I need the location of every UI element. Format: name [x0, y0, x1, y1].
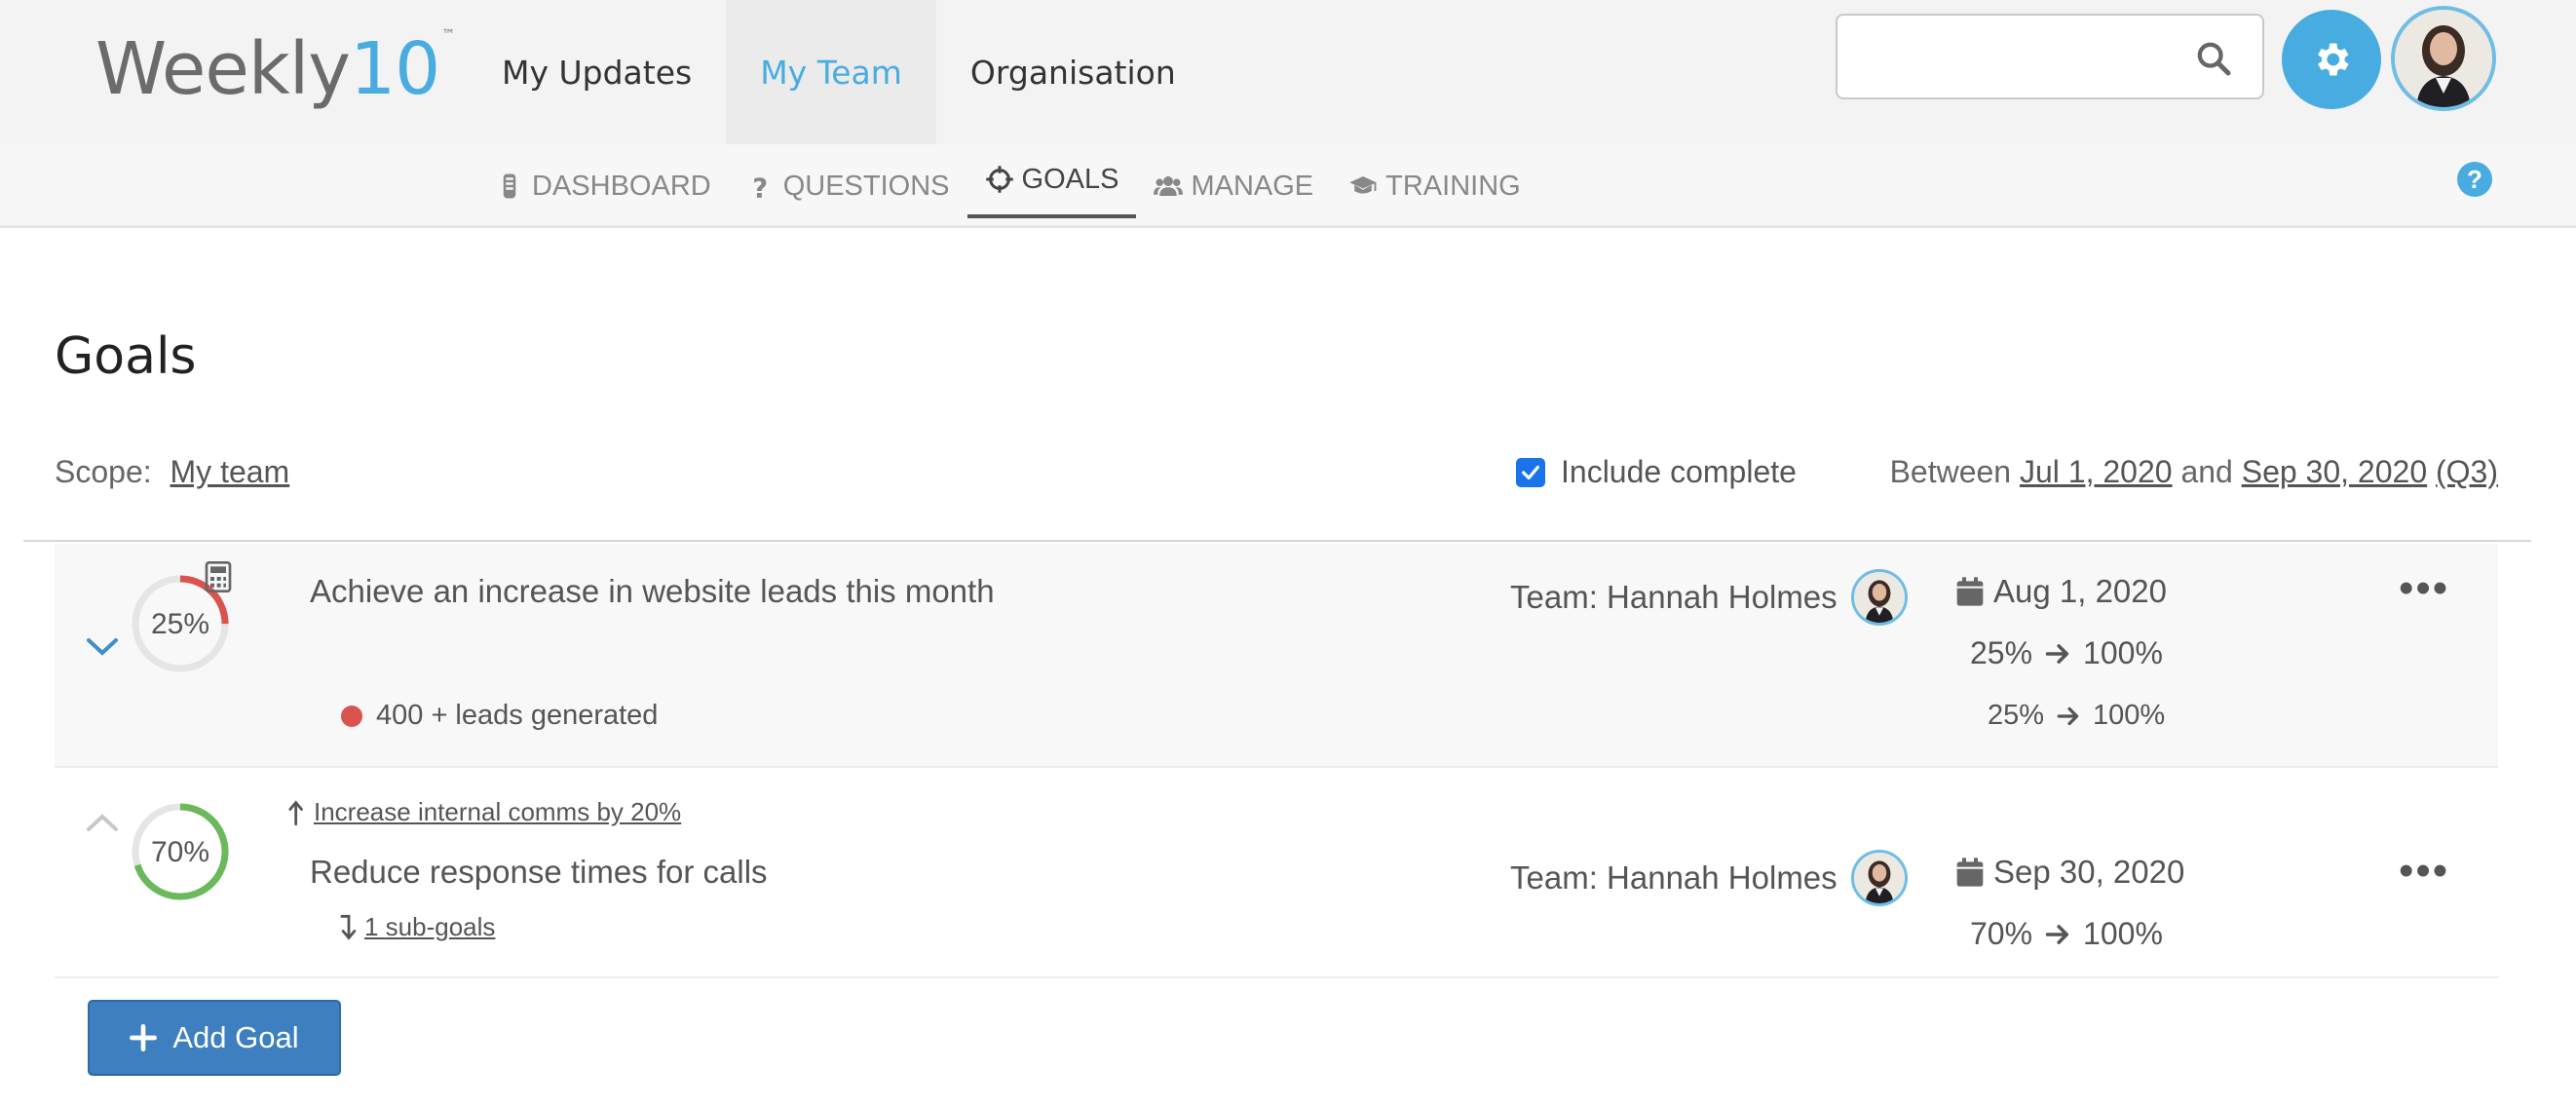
key-result-label: 400 + leads generated: [376, 700, 659, 731]
search-box: [1836, 14, 2264, 99]
quarter-link[interactable]: (Q3): [2436, 454, 2498, 489]
sub-goals-link[interactable]: 1 sub-goals: [339, 912, 495, 942]
logo-number: 10: [350, 27, 440, 111]
goal-row: 25% Achieve an increase in website leads…: [55, 544, 2498, 768]
scope-filter: Scope: My team: [55, 454, 289, 490]
divider: [23, 540, 2531, 542]
parent-goal-label: Increase internal comms by 20%: [314, 797, 682, 826]
due-date-label: Aug 1, 2020: [1993, 573, 2167, 609]
kr-progress-to: 100%: [2093, 700, 2166, 731]
due-date: Sep 30, 2020: [1954, 854, 2184, 891]
svg-text:?: ?: [752, 172, 768, 201]
chevron-down-icon[interactable]: [86, 637, 119, 657]
logo-trademark: ™: [441, 27, 455, 44]
avatar-photo-icon: [2395, 10, 2492, 107]
goal-row: 70% Increase internal comms by 20% Reduc…: [55, 770, 2498, 978]
owner-avatar: [1850, 569, 1908, 626]
top-bar: Weekly10 ™ My Updates My Team Organisatio…: [0, 0, 2576, 144]
goal-progress: 25% 100%: [1970, 635, 2163, 671]
end-date-link[interactable]: Sep 30, 2020: [2242, 454, 2427, 489]
goal-owner: Team: Hannah Holmes: [1510, 850, 1908, 906]
key-result-progress: 25% 100%: [1988, 700, 2165, 732]
scope-link[interactable]: My team: [170, 454, 290, 489]
arrow-right-icon: [2045, 643, 2069, 664]
calendar-icon: [1956, 858, 1984, 887]
calendar-icon: [1956, 577, 1984, 606]
sub-goals-label: 1 sub-goals: [364, 912, 496, 941]
progress-label: 25%: [150, 608, 210, 640]
chevron-up-icon[interactable]: [86, 813, 119, 832]
date-range-filter: Between Jul 1, 2020 and Sep 30, 2020 (Q3…: [1890, 454, 2498, 490]
progress-label: 70%: [150, 836, 210, 868]
settings-button[interactable]: [2282, 10, 2381, 109]
tab-questions-label: QUESTIONS: [782, 170, 950, 202]
status-dot: [341, 705, 362, 727]
checkmark-icon: [1522, 465, 1539, 479]
sub-nav: DASHBOARD ? QUESTIONS GOALS MANAGE TRAIN…: [0, 144, 2576, 228]
progress-to: 100%: [2083, 635, 2163, 670]
search-input[interactable]: [1849, 25, 2200, 88]
calculator-icon: [205, 561, 232, 592]
goal-owner: Team: Hannah Holmes: [1510, 569, 1908, 626]
due-date: Aug 1, 2020: [1954, 573, 2167, 610]
goal-progress: 70% 100%: [1970, 916, 2163, 952]
and-label: and: [2180, 454, 2233, 489]
progress-to: 100%: [2083, 916, 2163, 951]
due-date-label: Sep 30, 2020: [1993, 854, 2185, 890]
nav-my-team[interactable]: My Team: [726, 0, 936, 144]
start-date-link[interactable]: Jul 1, 2020: [2020, 454, 2173, 489]
goal-title[interactable]: Reduce response times for calls: [310, 854, 768, 891]
tab-manage-label: MANAGE: [1191, 170, 1314, 202]
page-title: Goals: [55, 327, 197, 386]
more-options-icon[interactable]: •••: [2399, 850, 2449, 893]
add-goal-button[interactable]: Add Goal: [88, 1000, 341, 1076]
parent-goal-link[interactable]: Increase internal comms by 20%: [288, 797, 681, 827]
avatar-photo-icon: [1853, 853, 1905, 903]
between-label: Between: [1889, 454, 2012, 489]
users-icon: [1154, 176, 1184, 196]
owner-label: Team: Hannah Holmes: [1510, 859, 1837, 896]
key-result[interactable]: 400 + leads generated: [341, 700, 658, 732]
weekly10-logo[interactable]: Weekly10 ™: [95, 27, 455, 111]
include-complete-checkbox[interactable]: [1516, 457, 1545, 487]
tab-manage[interactable]: MANAGE: [1136, 144, 1331, 228]
help-icon[interactable]: ?: [2457, 162, 2492, 197]
search-icon[interactable]: [2194, 39, 2233, 78]
main-nav: My Updates My Team Organisation: [468, 0, 1210, 144]
progress-from: 25%: [1970, 635, 2033, 670]
tab-training[interactable]: TRAINING: [1331, 144, 1538, 228]
arrow-right-icon: [2045, 924, 2069, 944]
kr-progress-from: 25%: [1988, 700, 2045, 731]
gear-icon: [2318, 43, 2349, 76]
logo-text: Weekly: [95, 27, 351, 111]
question-icon: ?: [752, 172, 768, 201]
crosshair-icon: [985, 166, 1013, 193]
tab-goals[interactable]: GOALS: [966, 144, 1137, 218]
progress-from: 70%: [1970, 916, 2033, 951]
owner-avatar: [1850, 850, 1908, 906]
avatar-photo-icon: [1853, 572, 1905, 623]
tab-dashboard-label: DASHBOARD: [532, 170, 711, 202]
user-avatar[interactable]: [2391, 6, 2496, 111]
tab-questions[interactable]: ? QUESTIONS: [729, 144, 967, 228]
dashboard-icon: [503, 173, 516, 199]
goal-title[interactable]: Achieve an increase in website leads thi…: [310, 573, 995, 610]
add-goal-label: Add Goal: [172, 1020, 299, 1054]
more-options-icon[interactable]: •••: [2399, 567, 2449, 610]
graduation-cap-icon: [1349, 176, 1377, 194]
tab-goals-label: GOALS: [1021, 163, 1119, 195]
tab-training-label: TRAINING: [1385, 170, 1521, 202]
nav-organisation[interactable]: Organisation: [936, 0, 1210, 144]
plus-icon: [130, 1024, 158, 1051]
scope-label: Scope:: [55, 454, 152, 489]
arrow-down-icon: [340, 914, 357, 940]
include-complete-label: Include complete: [1561, 454, 1797, 489]
arrow-right-icon: [2057, 706, 2079, 725]
owner-label: Team: Hannah Holmes: [1510, 579, 1837, 615]
include-complete-filter[interactable]: Include complete: [1516, 454, 1797, 490]
arrow-up-icon: [288, 799, 303, 825]
tab-dashboard[interactable]: DASHBOARD: [477, 144, 729, 228]
nav-my-updates[interactable]: My Updates: [468, 0, 726, 144]
